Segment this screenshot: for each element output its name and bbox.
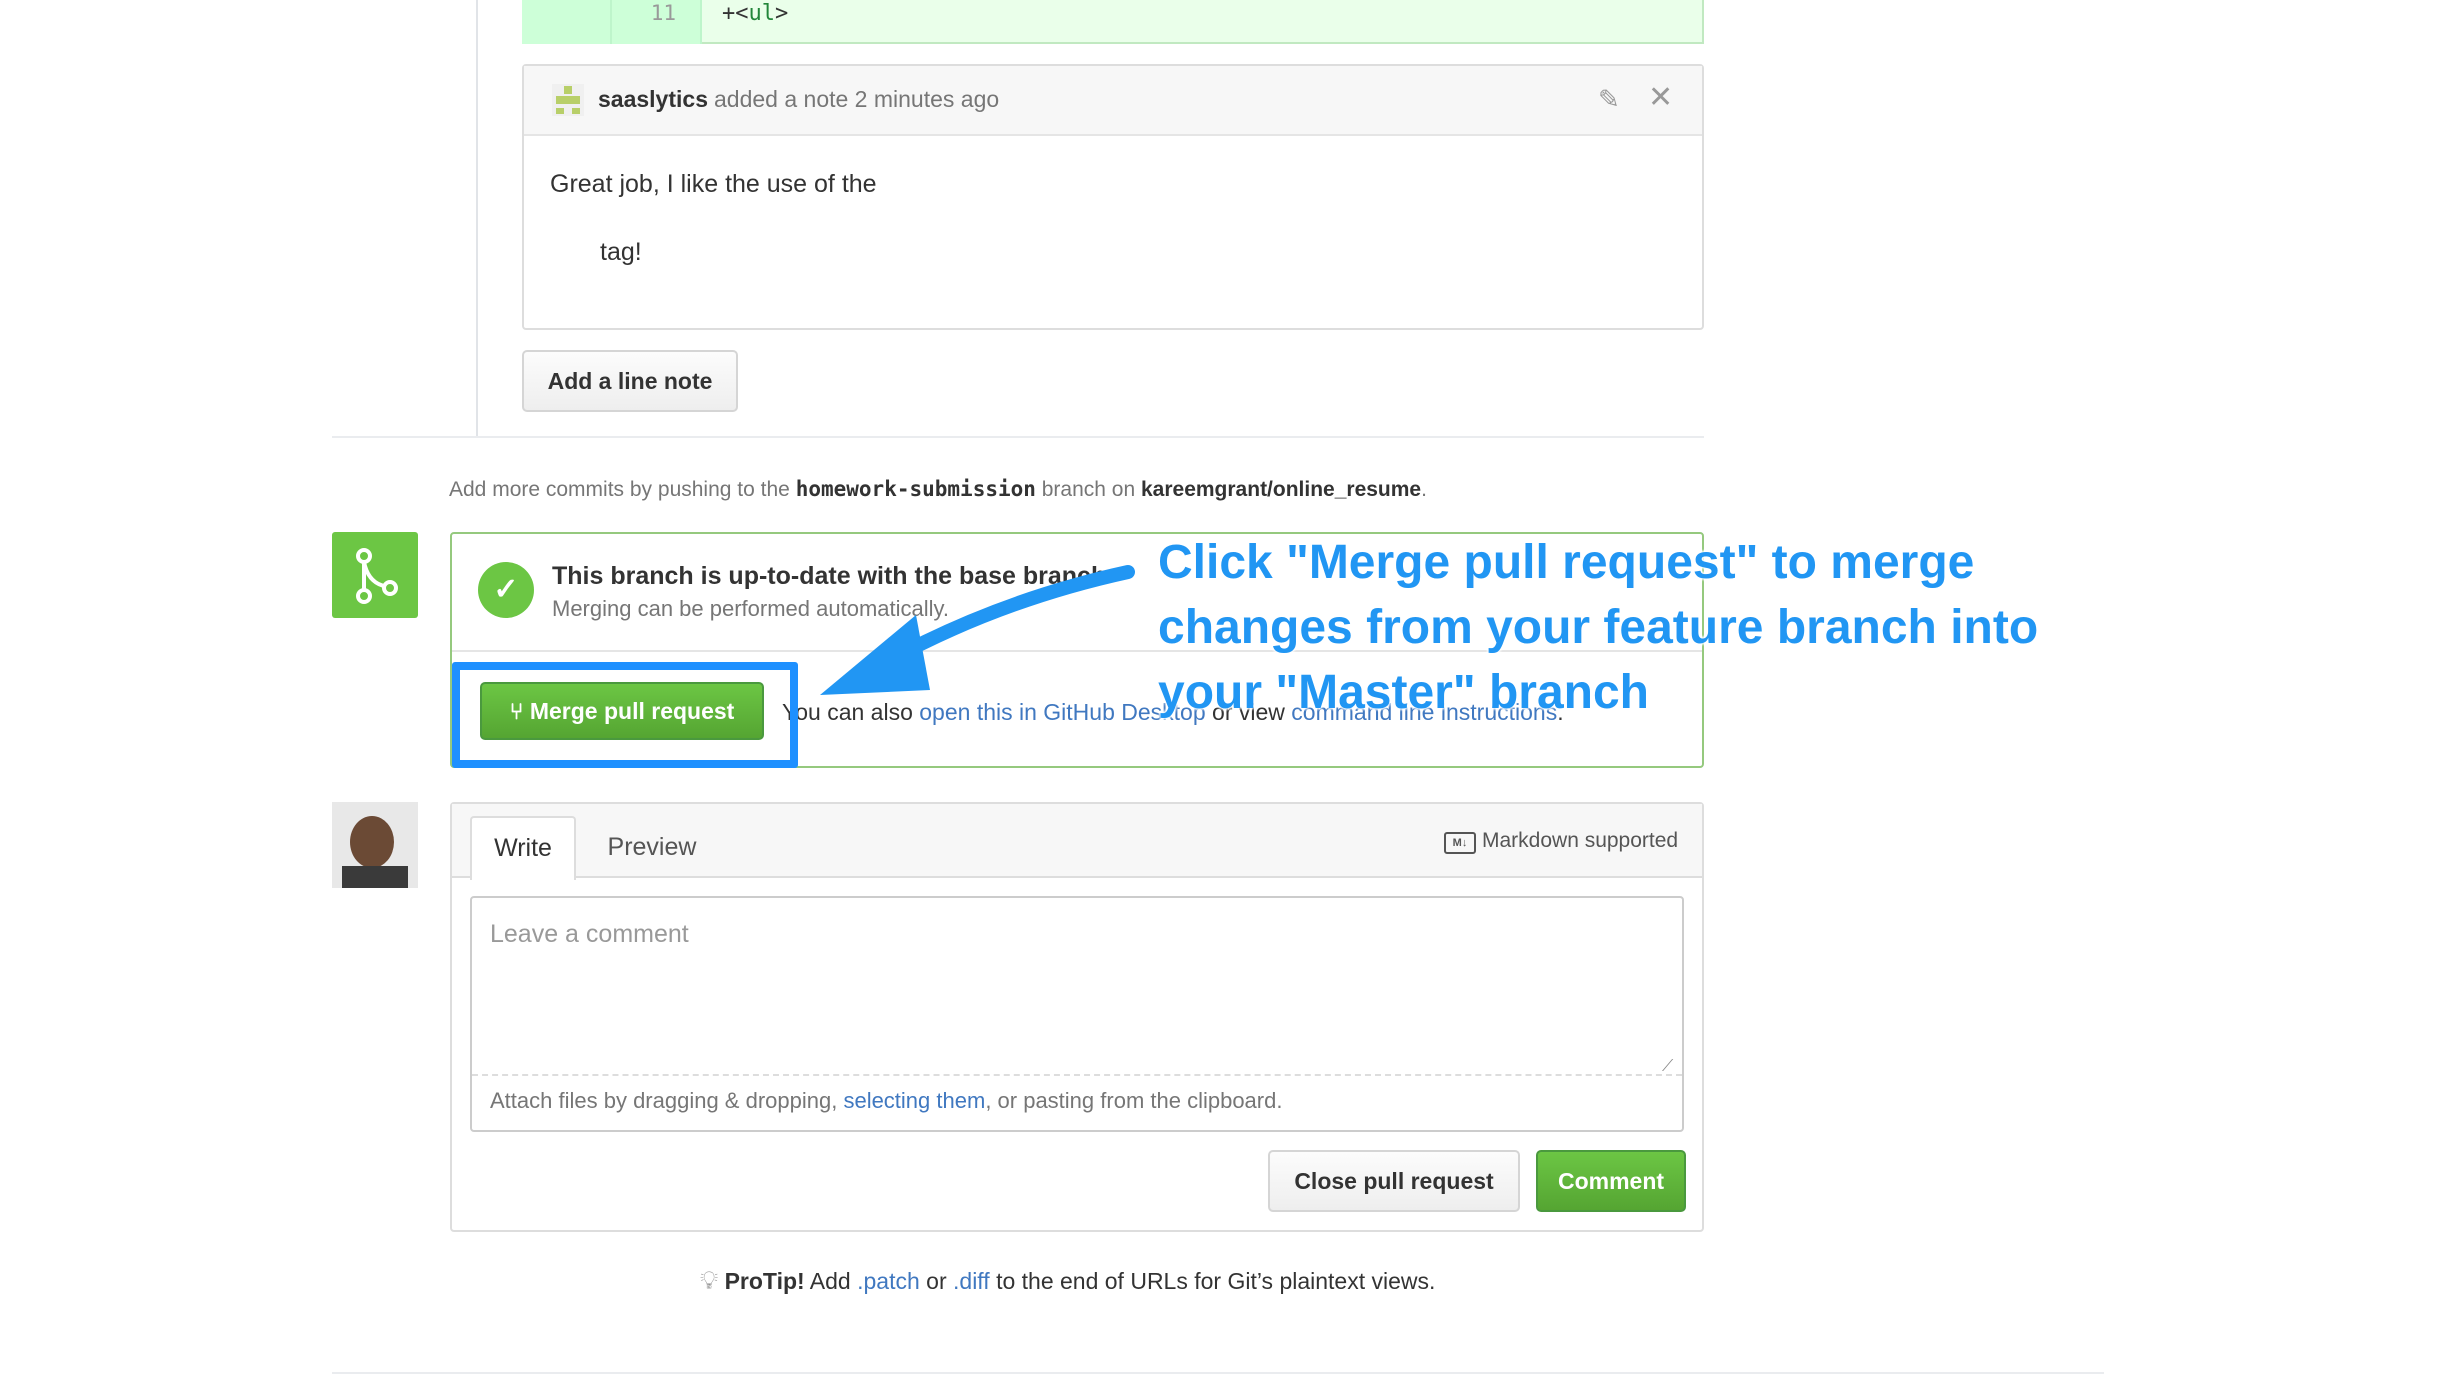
avatar[interactable]: [332, 802, 418, 888]
attach-files-hint: Attach files by dragging & dropping, sel…: [490, 1088, 1283, 1113]
markdown-supported-link[interactable]: Markdown supported: [1482, 829, 1678, 853]
comment-form: Write Preview M↓ Markdown supported Leav…: [450, 802, 1704, 1232]
annotation-highlight-box: [452, 662, 798, 768]
divider: [332, 436, 1704, 438]
divider: [332, 1372, 2104, 1374]
repo-name: kareemgrant/online_resume: [1141, 478, 1422, 501]
tab-write[interactable]: Write: [470, 816, 576, 880]
note-header: saaslytics added a note 2 minutes ago ✎ …: [524, 66, 1702, 136]
note-meta: added a note 2 minutes ago: [714, 86, 1000, 112]
identicon-avatar[interactable]: [552, 84, 584, 116]
comment-placeholder: Leave a comment: [490, 920, 689, 948]
push-hint: Add more commits by pushing to the homew…: [449, 477, 1427, 501]
select-files-link[interactable]: selecting them: [843, 1088, 985, 1113]
tab-preview[interactable]: Preview: [592, 816, 712, 878]
comment-button[interactable]: Comment: [1536, 1150, 1686, 1212]
close-pull-request-button[interactable]: Close pull request: [1268, 1150, 1520, 1212]
diff-link[interactable]: .diff: [953, 1268, 990, 1294]
lightbulb-icon: 💡︎: [700, 1265, 719, 1295]
thread-rail: [476, 0, 478, 436]
pencil-icon[interactable]: ✎: [1598, 84, 1620, 115]
diff-new-line-number[interactable]: 11: [612, 0, 702, 44]
patch-link[interactable]: .patch: [857, 1268, 920, 1294]
resize-grip-icon[interactable]: ⟋: [1662, 1058, 1673, 1076]
note-body-line1: Great job, I like the use of the: [550, 170, 877, 198]
merge-icon: [332, 532, 418, 618]
note-body-line2: tag!: [600, 238, 642, 266]
inline-note: saaslytics added a note 2 minutes ago ✎ …: [522, 64, 1704, 330]
add-line-note-button[interactable]: Add a line note: [522, 350, 738, 412]
diff-old-line-number[interactable]: [522, 0, 612, 44]
dropzone-divider: [472, 1074, 1682, 1076]
check-icon: ✓: [478, 562, 534, 618]
annotation-arrow: [820, 565, 1135, 695]
note-author[interactable]: saaslytics: [598, 86, 708, 113]
diff-code: +<ul>: [722, 1, 789, 26]
branch-name: homework-submission: [795, 477, 1036, 501]
comment-textarea[interactable]: Leave a comment ⟋ Attach files by draggi…: [470, 896, 1684, 1132]
protip: 💡︎ ProTip! Add .patch or .diff to the en…: [700, 1265, 1436, 1295]
close-icon[interactable]: ✕: [1648, 80, 1673, 115]
annotation-text: Click "Merge pull request" to merge chan…: [1158, 536, 2039, 719]
markdown-icon: M↓: [1444, 832, 1476, 854]
